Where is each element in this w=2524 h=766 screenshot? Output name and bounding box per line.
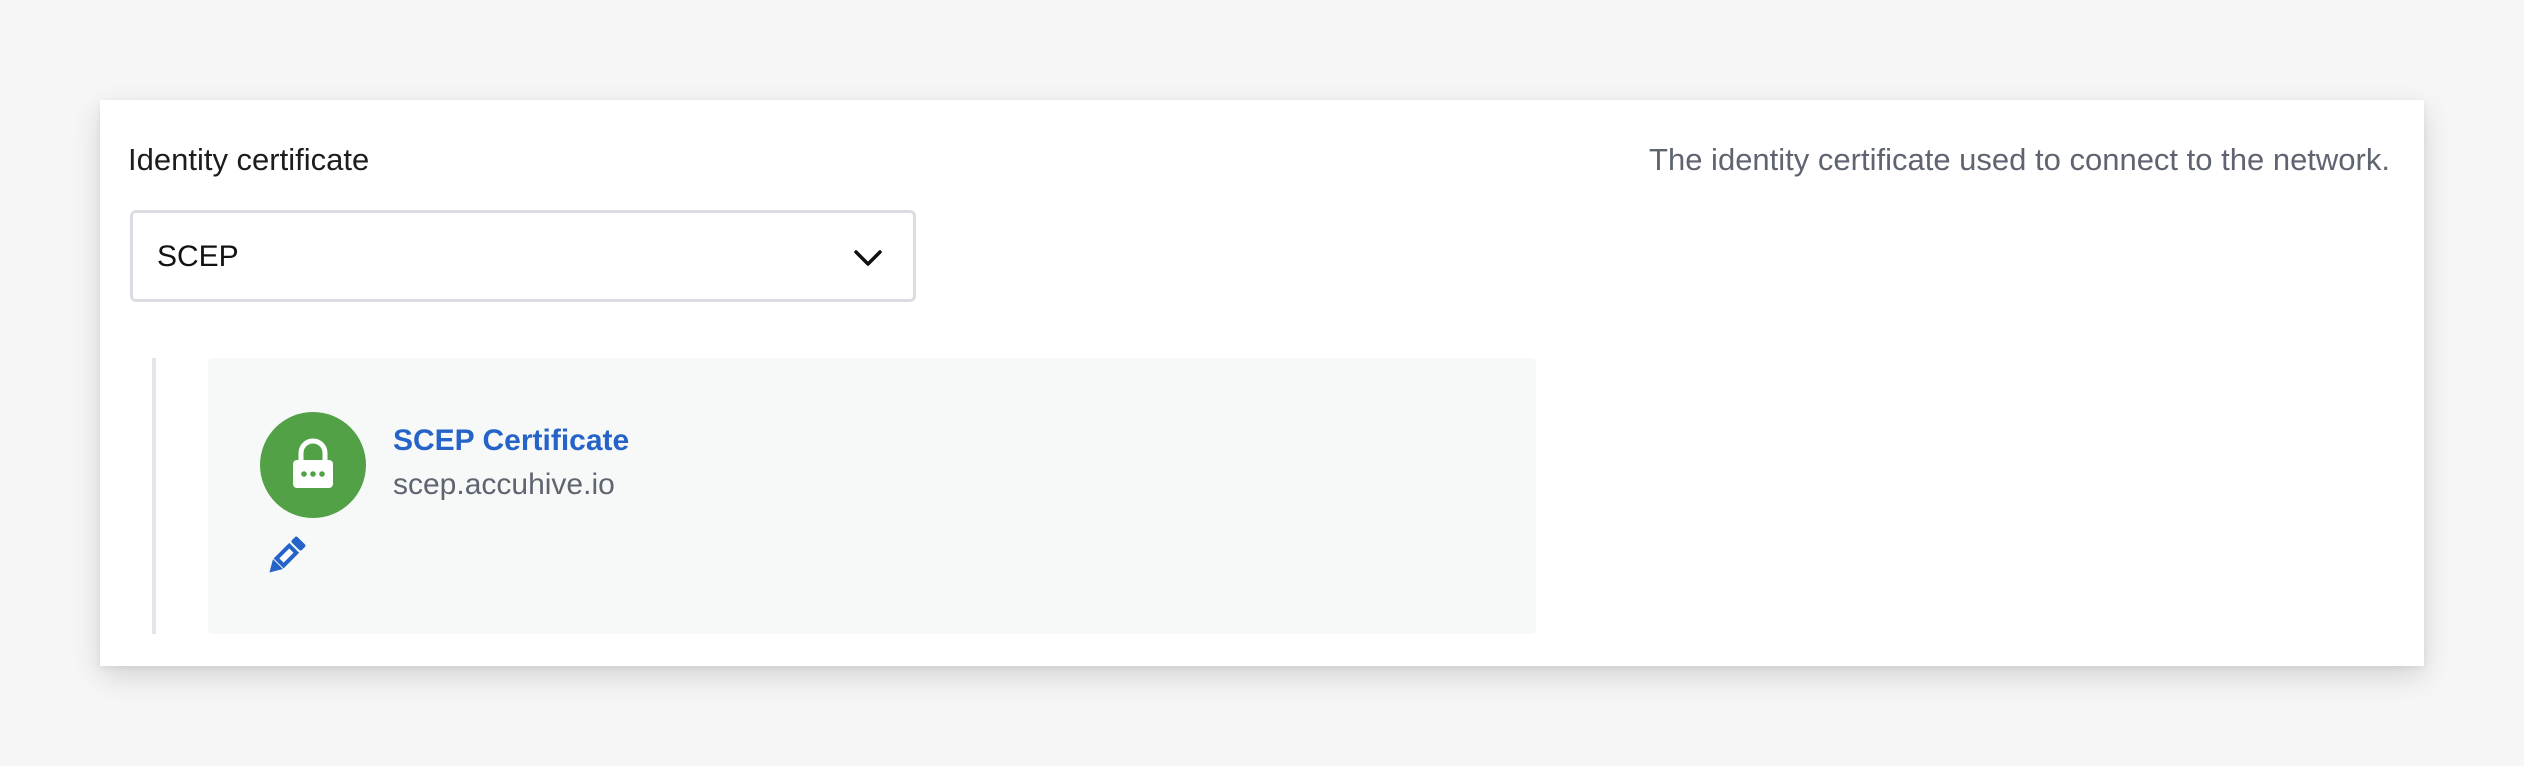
- identity-certificate-panel: Identity certificate The identity certif…: [100, 100, 2424, 666]
- certificate-badge: [260, 412, 366, 518]
- certificate-title-link[interactable]: SCEP Certificate: [393, 422, 629, 460]
- chevron-down-icon: [854, 250, 882, 266]
- select-value: SCEP: [157, 240, 239, 273]
- field-help-text: The identity certificate used to connect…: [1649, 142, 2390, 177]
- identity-certificate-select[interactable]: SCEP: [130, 210, 916, 302]
- field-label: Identity certificate: [128, 142, 370, 177]
- certificate-host: scep.accuhive.io: [393, 468, 615, 501]
- nested-indent-line: [152, 358, 156, 634]
- certificate-card: SCEP Certificate scep.accuhive.io: [208, 358, 1536, 634]
- pencil-icon[interactable]: [260, 532, 310, 582]
- lock-icon: [293, 438, 333, 488]
